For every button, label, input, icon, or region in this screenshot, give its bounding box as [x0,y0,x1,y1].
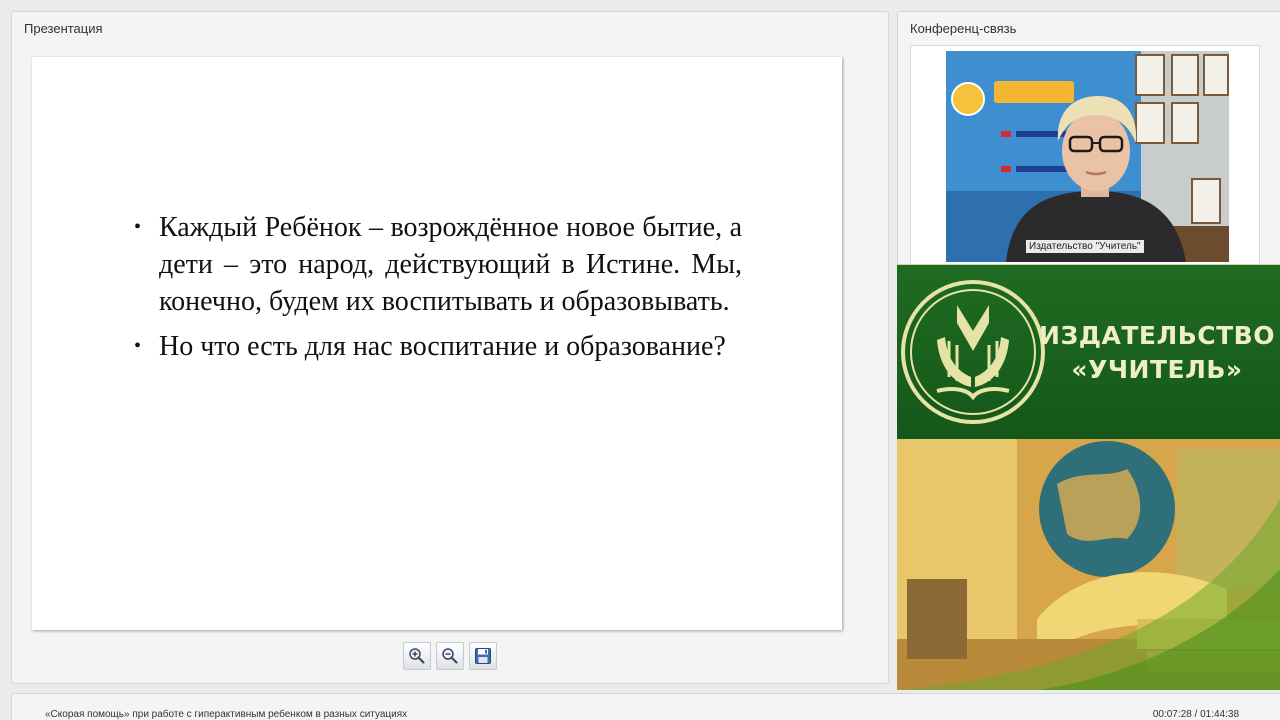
slide-bullet: • Но что есть для нас воспитание и образ… [132,328,742,365]
presentation-panel: Презентация • Каждый Ребёнок – возрождён… [11,11,889,684]
zoom-in-icon [409,648,425,664]
zoom-out-icon [442,648,458,664]
zoom-out-button[interactable] [436,642,464,670]
publisher-banner: ИЗДАТЕЛЬСТВО «УЧИТЕЛЬ» [897,264,1280,690]
zoom-in-button[interactable] [403,642,431,670]
conference-panel: Конференц-связь Издательство "Учитель" [897,11,1280,267]
webinar-title: «Скорая помощь» при работе с гиперактивн… [45,709,408,720]
slide-toolbar [403,642,497,670]
brand-name: ИЗДАТЕЛЬСТВО [1039,321,1275,350]
slide-bullet-text: Каждый Ребёнок – возрождённое новое быти… [159,212,742,317]
conference-title: Конференц-связь [910,21,1017,36]
brand-subname: «УЧИТЕЛЬ» [1071,355,1243,384]
slide-viewer[interactable]: • Каждый Ребёнок – возрождённое новое бы… [32,57,842,630]
save-icon [475,648,491,664]
bullet-point: • [134,216,142,238]
participant-name-label: Издательство "Учитель" [1026,240,1144,253]
video-frame: Издательство "Учитель" [910,45,1260,267]
playback-time: 00:07:28 / 01:44:38 [1152,709,1239,720]
speaker-video[interactable]: Издательство "Учитель" [946,51,1229,262]
publisher-logo-area: ИЗДАТЕЛЬСТВО «УЧИТЕЛЬ» [897,264,1280,439]
slide-bullet: • Каждый Ребёнок – возрождённое новое бы… [132,209,742,320]
books-illustration [897,439,1280,690]
bullet-point: • [134,335,142,357]
presentation-title: Презентация [24,21,103,36]
save-button[interactable] [469,642,497,670]
books-globe-image [897,439,1280,690]
bottom-status-bar: «Скорая помощь» при работе с гиперактивн… [11,693,1280,720]
webcam-image [946,51,1229,262]
publisher-logo-icon [901,280,1045,424]
slide-bullet-text: Но что есть для нас воспитание и образов… [159,331,726,362]
slide-bullet-list: • Каждый Ребёнок – возрождённое новое бы… [132,209,742,373]
